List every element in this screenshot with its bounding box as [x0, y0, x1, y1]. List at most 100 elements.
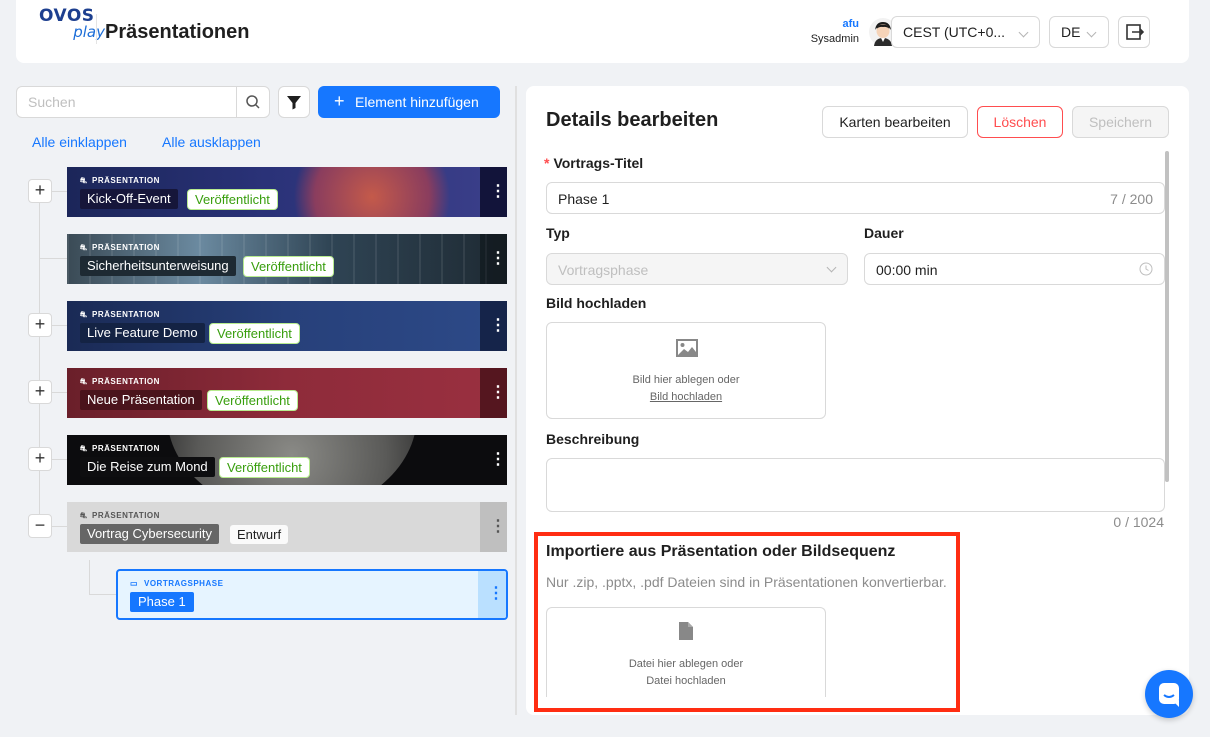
- tree-item-kick-off-event[interactable]: ⛐ PRÄSENTATION Kick-Off-Event Veröffentli…: [67, 167, 507, 217]
- item-kind: ⛐ PRÄSENTATION: [80, 310, 160, 319]
- item-kind: ⛐ PRÄSENTATION: [80, 243, 160, 252]
- presentation-icon: ⛐: [80, 176, 88, 185]
- item-title: Kick-Off-Event: [80, 189, 178, 209]
- tree-connector: [52, 191, 67, 192]
- filter-button[interactable]: [278, 86, 310, 118]
- delete-button[interactable]: Löschen: [977, 106, 1063, 138]
- item-kind: ⛐ PRÄSENTATION: [80, 377, 160, 386]
- user-name[interactable]: afu: [843, 18, 860, 30]
- item-menu-button[interactable]: ⋮: [478, 571, 506, 618]
- duration-input[interactable]: 00:00 min: [864, 253, 1165, 285]
- highlight-box: [534, 532, 960, 712]
- search-icon: [246, 95, 260, 109]
- description-counter: 0 / 1024: [1113, 514, 1164, 530]
- status-badge: Veröffentlicht: [209, 323, 300, 344]
- item-menu-button[interactable]: ⋮: [480, 167, 507, 217]
- presentation-icon: ⛐: [80, 444, 88, 453]
- chevron-down-icon: [826, 262, 837, 273]
- more-vertical-icon: ⋮: [490, 518, 506, 535]
- tree-connector: [40, 258, 67, 259]
- app-header: OVOS play Präsentationen afu Sysadmin CE…: [16, 0, 1189, 63]
- logo-text-bottom: play: [73, 23, 105, 41]
- pane-splitter[interactable]: [515, 86, 517, 715]
- item-kind: ⛐ PRÄSENTATION: [80, 444, 160, 453]
- expand-toggle[interactable]: +: [28, 380, 52, 404]
- page-title: Präsentationen: [105, 21, 250, 43]
- tree-item-phase-1[interactable]: ▭ VORTRAGSPHASE Phase 1 ⋮: [116, 569, 508, 620]
- collapse-all-link[interactable]: Alle einklappen: [32, 134, 127, 150]
- add-element-label: Element hinzufügen: [355, 94, 479, 110]
- logo-divider: [96, 14, 97, 44]
- presentation-icon: ⛐: [80, 310, 88, 319]
- item-title: Sicherheitsunterweisung: [80, 256, 236, 276]
- language-value: DE: [1061, 24, 1081, 40]
- clock-icon: [1139, 262, 1153, 276]
- tree-connector: [39, 193, 40, 527]
- chat-button[interactable]: [1145, 670, 1193, 718]
- expand-all-link[interactable]: Alle ausklappen: [162, 134, 261, 150]
- presentation-icon: ⛐: [80, 377, 88, 386]
- required-marker: *: [544, 155, 550, 171]
- more-vertical-icon: ⋮: [490, 451, 506, 468]
- item-menu-button[interactable]: ⋮: [480, 234, 507, 284]
- scrollbar[interactable]: [1165, 151, 1169, 482]
- save-button[interactable]: Speichern: [1072, 106, 1169, 138]
- chevron-down-icon: [1086, 27, 1097, 38]
- tree-item-die-reise-zum-mond[interactable]: ⛐ PRÄSENTATION Die Reise zum Mond Veröffe…: [67, 435, 507, 485]
- duration-label: Dauer: [864, 225, 904, 241]
- logout-icon: [1126, 24, 1145, 40]
- tree-item-neue-praesentation[interactable]: ⛐ PRÄSENTATION Neue Präsentation Veröffen…: [67, 368, 507, 418]
- tree-connector: [89, 560, 90, 594]
- tree-connector: [52, 325, 67, 326]
- status-badge: Veröffentlicht: [207, 390, 298, 411]
- chat-icon: [1159, 683, 1179, 707]
- type-value: Vortragsphase: [558, 262, 649, 278]
- item-kind: ▭ VORTRAGSPHASE: [130, 579, 224, 588]
- item-menu-button[interactable]: ⋮: [480, 368, 507, 418]
- tree-connector: [52, 392, 67, 393]
- image-upload-label: Bild hochladen: [546, 295, 647, 311]
- chevron-down-icon: [1018, 27, 1029, 38]
- tree-connector: [52, 459, 67, 460]
- tree-item-sicherheitsunterweisung[interactable]: ⛐ PRÄSENTATION Sicherheitsunterweisung Ve…: [67, 234, 507, 284]
- details-title: Details bearbeiten: [546, 109, 719, 131]
- expand-toggle[interactable]: +: [28, 179, 52, 203]
- filter-icon: [287, 96, 301, 110]
- item-menu-button[interactable]: ⋮: [480, 502, 507, 552]
- status-badge: Veröffentlicht: [243, 256, 334, 277]
- item-menu-button[interactable]: ⋮: [480, 435, 507, 485]
- expand-toggle[interactable]: +: [28, 447, 52, 471]
- status-badge: Veröffentlicht: [187, 189, 278, 210]
- description-label: Beschreibung: [546, 431, 640, 447]
- tree-item-vortrag-cybersecurity[interactable]: ⛐ PRÄSENTATION Vortrag Cybersecurity Entw…: [67, 502, 507, 552]
- user-role: Sysadmin: [810, 33, 859, 45]
- tree-item-live-feature-demo[interactable]: ⛐ PRÄSENTATION Live Feature Demo Veröffen…: [67, 301, 507, 351]
- timezone-select[interactable]: CEST (UTC+0...: [891, 16, 1040, 48]
- item-menu-button[interactable]: ⋮: [480, 301, 507, 351]
- collapse-toggle[interactable]: −: [28, 514, 52, 538]
- logout-button[interactable]: [1118, 16, 1150, 48]
- item-title: Vortrag Cybersecurity: [80, 524, 219, 544]
- search-button[interactable]: [236, 87, 269, 117]
- expand-toggle[interactable]: +: [28, 313, 52, 337]
- description-textarea[interactable]: [546, 458, 1165, 512]
- item-title: Die Reise zum Mond: [80, 457, 215, 477]
- talk-title-input[interactable]: Phase 1 7 / 200: [546, 182, 1165, 214]
- add-element-button[interactable]: + Element hinzufügen: [318, 86, 500, 118]
- item-title: Neue Präsentation: [80, 390, 202, 410]
- image-drop-text: Bild hier ablegen oder: [632, 374, 740, 386]
- image-dropzone[interactable]: Bild hier ablegen oder Bild hochladen: [546, 322, 826, 419]
- image-upload-link[interactable]: Bild hochladen: [547, 391, 825, 403]
- type-select[interactable]: Vortragsphase: [546, 253, 848, 285]
- item-kind: ⛐ PRÄSENTATION: [80, 511, 160, 520]
- more-vertical-icon: ⋮: [488, 585, 504, 602]
- edit-cards-button[interactable]: Karten bearbeiten: [822, 106, 968, 138]
- search-input[interactable]: [18, 88, 237, 116]
- talk-title-counter: 7 / 200: [1110, 191, 1153, 207]
- status-badge: Entwurf: [229, 524, 290, 545]
- item-kind: ⛐ PRÄSENTATION: [80, 176, 160, 185]
- talk-title-value: Phase 1: [558, 191, 610, 207]
- language-select[interactable]: DE: [1049, 16, 1109, 48]
- type-label: Typ: [546, 225, 570, 241]
- more-vertical-icon: ⋮: [490, 384, 506, 401]
